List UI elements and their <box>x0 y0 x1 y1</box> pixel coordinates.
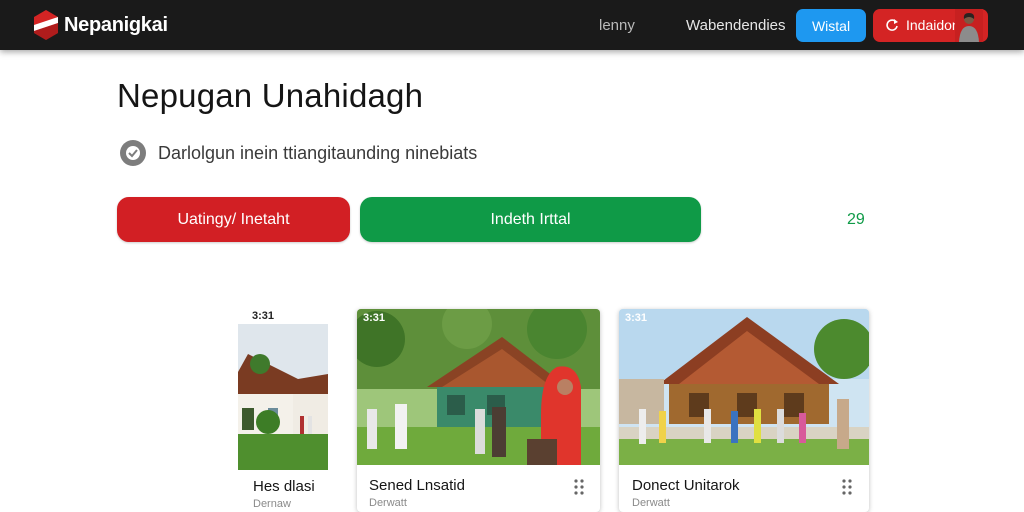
nav-link-1[interactable]: lenny <box>599 17 635 34</box>
card-thumbnail <box>238 324 328 470</box>
brand-name[interactable]: Nepanigkai <box>64 14 168 37</box>
card-meta: Derwatt <box>632 497 670 509</box>
card-title: Sened Lnsatid <box>369 477 465 494</box>
count-label: 29 <box>847 211 865 228</box>
card-thumbnail <box>619 309 869 465</box>
card-meta: Dernaw <box>253 498 291 510</box>
page-title: Nepugan Unahidagh <box>117 77 424 114</box>
card-title: Donect Unitarok <box>632 477 740 494</box>
card-title: Hes dlasi <box>253 478 315 495</box>
page-subtitle: Darlolgun inein ttiangitaunding ninebiat… <box>158 143 478 163</box>
more-vertical-icon[interactable] <box>840 478 854 496</box>
nav-link-2[interactable]: Wabendendies <box>686 17 786 34</box>
check-badge-icon <box>120 140 146 166</box>
video-card-3[interactable]: 3:31 Donect Unitarok Derwatt <box>619 309 869 512</box>
header-red-button-label: Indaidon <box>906 17 960 33</box>
video-card-1[interactable]: 3:31 Hes dlasi Dernaw <box>238 306 328 512</box>
header-red-button[interactable]: Indaidon <box>873 9 988 42</box>
refresh-icon <box>886 19 898 31</box>
secondary-green-button[interactable]: Indeth Irttal <box>360 197 701 242</box>
header-blue-button[interactable]: Wistal <box>796 9 866 42</box>
person-avatar <box>955 9 983 42</box>
more-vertical-icon[interactable] <box>572 478 586 496</box>
top-navigation-bar: Nepanigkai lenny Wabendendies Wistal Ind… <box>0 0 1024 50</box>
card-time: 3:31 <box>363 312 386 324</box>
primary-red-button[interactable]: Uatingy/ Inetaht <box>117 197 350 242</box>
logo-icon[interactable] <box>33 9 59 41</box>
card-thumbnail <box>357 309 600 465</box>
card-time: 3:31 <box>625 312 648 324</box>
card-time: 3:31 <box>252 310 275 322</box>
card-meta: Derwatt <box>369 497 407 509</box>
video-card-2[interactable]: 3:31 Sened Lnsatid Derwatt <box>357 309 600 512</box>
